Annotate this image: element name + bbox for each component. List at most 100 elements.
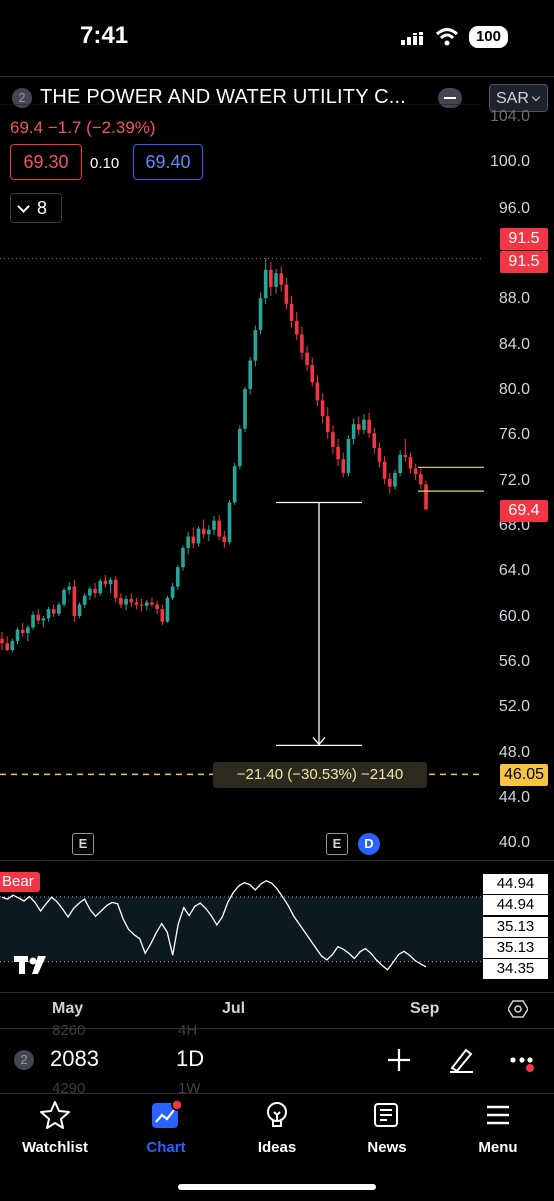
candle-body (351, 424, 356, 439)
price-tick: 72.0 (498, 472, 530, 489)
tab-label: Watchlist (21, 1139, 89, 1156)
drawing-tool-icon[interactable] (446, 1044, 476, 1074)
status-time: 7:41 (80, 22, 129, 49)
candle-body (124, 598, 128, 605)
candle-body (424, 484, 428, 510)
candle-body (119, 597, 123, 605)
candle-body (165, 597, 170, 622)
pane-divider (0, 860, 554, 861)
measure-label: −21.40 (−30.53%) −2140 (213, 762, 427, 788)
oscillator-value-tag: 44.94 (483, 874, 548, 894)
candle-body (289, 303, 294, 321)
candle-body (382, 461, 387, 479)
candle-body (388, 478, 392, 487)
symbol-selector[interactable]: 2083 (50, 1046, 99, 1072)
chevron-down-icon (531, 92, 541, 102)
candle-body (57, 604, 61, 614)
spread-value: 0.10 (90, 155, 120, 172)
tab-ideas[interactable]: Ideas (222, 1100, 332, 1156)
candle-body (207, 529, 211, 535)
news-icon (374, 1103, 398, 1127)
chevron-down-icon (17, 200, 30, 213)
target-price-tag: 46.05 (500, 764, 548, 786)
price-change: 69.4 −1.7 (−2.39%) (10, 118, 156, 137)
candle-body (67, 586, 72, 590)
candle-body (170, 586, 175, 598)
candle-body (129, 598, 134, 603)
candle-body (191, 536, 196, 544)
chart-icon (152, 1099, 183, 1128)
tab-chart[interactable]: Chart (111, 1099, 221, 1156)
buy-button[interactable]: 69.40 (133, 144, 203, 180)
indicators-toggle[interactable]: 8 (10, 193, 62, 223)
candle-body (15, 629, 20, 641)
candle-body (176, 567, 180, 587)
price-tick: 40.0 (498, 834, 530, 851)
earnings-event-badge[interactable]: E (326, 833, 348, 855)
tab-label: News (367, 1139, 407, 1156)
candle-body (274, 273, 278, 287)
candle-body (41, 618, 46, 621)
candle-body (196, 528, 201, 544)
plus-icon[interactable] (386, 1047, 412, 1073)
chart-settings-icon[interactable] (508, 999, 528, 1019)
candle-body (325, 416, 330, 433)
candle-body (77, 604, 82, 616)
candle-body (398, 454, 402, 473)
candle-body (82, 595, 87, 605)
interval-selector[interactable]: 1D (176, 1046, 204, 1072)
candle-body (186, 536, 190, 548)
symbol-picker-prev: 8260 (52, 1022, 86, 1039)
symbol-badge: 2 (14, 1050, 34, 1070)
candle-body (269, 269, 273, 287)
candle-body (408, 457, 413, 469)
candle-body (31, 614, 35, 628)
candle-body (113, 579, 118, 598)
price-tick: 60.0 (498, 608, 530, 625)
price-tick: 48.0 (498, 744, 530, 761)
candle-body (294, 320, 299, 335)
candle-body (5, 643, 9, 651)
candle-body (320, 400, 325, 417)
tradingview-logo (14, 952, 52, 983)
candle-body (181, 547, 185, 568)
status-icons: 100 (400, 26, 508, 48)
tab-watchlist[interactable]: Watchlist (0, 1100, 110, 1156)
price-tick: 104.0 (489, 108, 530, 125)
interval-picker-prev: 4H (178, 1022, 198, 1039)
battery-indicator: 100 (468, 26, 508, 48)
oscillator-value-tag: 44.94 (483, 895, 548, 915)
price-tick: 76.0 (498, 426, 530, 443)
time-axis-label: Sep (410, 1000, 440, 1017)
candle-body (51, 609, 56, 614)
candle-body (62, 589, 66, 605)
candle-body (46, 609, 51, 619)
price-tick: 56.0 (498, 653, 530, 670)
time-axis-divider (0, 992, 554, 993)
candle-body (243, 389, 247, 429)
tab-label: Chart (146, 1139, 186, 1156)
candle-body (377, 448, 382, 462)
candle-body (88, 588, 92, 596)
tab-news[interactable]: News (332, 1100, 442, 1156)
oscillator-value-tag: 35.13 (483, 917, 548, 937)
candle-body (305, 352, 309, 366)
dividend-event-badge[interactable]: D (358, 833, 380, 855)
candle-body (413, 468, 418, 475)
candle-body (222, 536, 227, 543)
more-options-icon[interactable] (508, 1052, 538, 1074)
candle-body (139, 604, 144, 606)
earnings-event-badge[interactable]: E (72, 833, 94, 855)
candle-body (227, 502, 232, 543)
oscillator-pane[interactable] (0, 862, 554, 990)
price-tick: 52.0 (498, 698, 530, 715)
wifi-icon (435, 28, 458, 46)
high-price-tag: 91.5 (500, 251, 548, 273)
candle-body (103, 580, 108, 585)
sell-button[interactable]: 69.30 (10, 144, 82, 180)
oscillator-band (0, 896, 484, 962)
candle-body (144, 602, 149, 606)
candle-body (341, 459, 346, 473)
candle-body (232, 466, 237, 503)
tab-menu[interactable]: Menu (443, 1100, 553, 1156)
